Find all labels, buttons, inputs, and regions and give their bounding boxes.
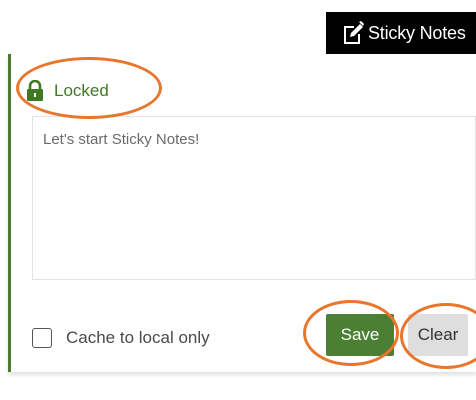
clear-button[interactable]: Clear [408, 314, 468, 356]
lock-status[interactable]: Locked [26, 78, 109, 104]
sticky-notes-page: Sticky Notes Locked Cache to local only … [0, 0, 476, 400]
cache-local-option[interactable]: Cache to local only [32, 326, 210, 350]
lock-status-label: Locked [54, 81, 109, 100]
lock-icon [27, 80, 43, 101]
tab-title: Sticky Notes [368, 22, 466, 43]
save-button[interactable]: Save [326, 314, 394, 356]
cache-local-checkbox[interactable] [32, 328, 52, 348]
note-pencil-icon [344, 21, 364, 44]
cache-local-label: Cache to local only [66, 328, 210, 347]
sticky-notes-tab[interactable]: Sticky Notes [326, 12, 476, 54]
note-textarea[interactable] [32, 116, 476, 280]
